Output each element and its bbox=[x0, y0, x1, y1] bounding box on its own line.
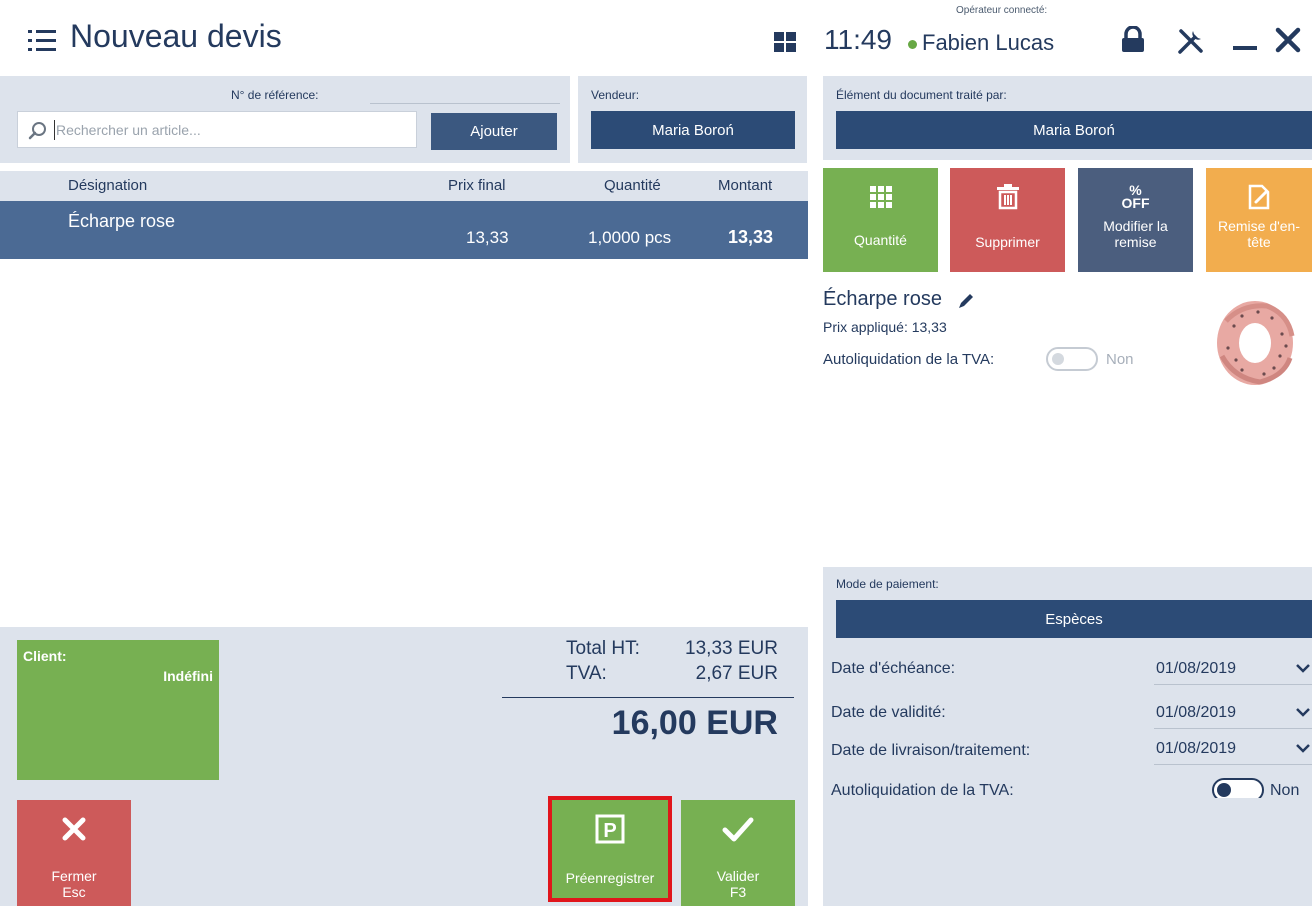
valider-key: F3 bbox=[729, 884, 747, 900]
search-input[interactable] bbox=[56, 118, 406, 142]
column-quantite[interactable]: Quantité bbox=[604, 177, 661, 194]
row-prix-final: 13,33 bbox=[466, 228, 509, 247]
search-field[interactable] bbox=[17, 111, 417, 148]
totals-divider bbox=[502, 697, 794, 698]
column-designation[interactable]: Désignation bbox=[68, 177, 147, 194]
modifier-remise-label-2: remise bbox=[1114, 234, 1157, 250]
chevron-down-icon[interactable] bbox=[1296, 744, 1310, 754]
operator-name: Fabien Lucas bbox=[922, 30, 1055, 55]
chevron-down-icon[interactable] bbox=[1296, 664, 1310, 674]
row-quantite: 1,0000 pcs bbox=[588, 228, 672, 247]
page-title: Nouveau devis bbox=[70, 18, 282, 54]
row-designation: Écharpe rose bbox=[68, 211, 176, 231]
supprimer-label: Supprimer bbox=[975, 234, 1040, 250]
valider-button[interactable]: Valider F3 bbox=[681, 800, 795, 906]
remise-entete-label-1: Remise d'en- bbox=[1217, 218, 1301, 234]
table-header: Désignation Prix final Quantité Montant bbox=[0, 171, 808, 201]
echeance-underline bbox=[1154, 684, 1312, 685]
right-footer-panel bbox=[823, 798, 1312, 906]
item-name: Écharpe rose bbox=[823, 288, 942, 310]
remise-entete-button[interactable]: Remise d'en- tête bbox=[1206, 168, 1312, 272]
column-prix-final[interactable]: Prix final bbox=[448, 177, 506, 194]
traite-label: Élément du document traité par: bbox=[836, 88, 1007, 102]
svg-text:P: P bbox=[603, 820, 616, 842]
pencil-icon[interactable] bbox=[957, 292, 975, 310]
operator-caption: Opérateur connecté: bbox=[956, 5, 1048, 16]
product-image bbox=[1217, 301, 1295, 385]
chevron-down-icon[interactable] bbox=[1296, 708, 1310, 718]
validite-value[interactable]: 01/08/2019 bbox=[1156, 704, 1236, 722]
supprimer-button[interactable]: Supprimer bbox=[950, 168, 1065, 272]
clock: 11:49 bbox=[824, 24, 892, 55]
modifier-remise-button[interactable]: % OFF Modifier la remise bbox=[1078, 168, 1193, 272]
traite-select[interactable]: Maria Boroń bbox=[836, 111, 1312, 149]
livraison-label: Date de livraison/traitement: bbox=[831, 742, 1031, 759]
item-price: Prix appliqué: 13,33 bbox=[823, 319, 947, 335]
keypad-icon bbox=[869, 186, 892, 208]
client-tile[interactable]: Client: Indéfini bbox=[17, 640, 219, 780]
total-ht-label: Total HT: bbox=[566, 638, 640, 659]
validite-underline bbox=[1154, 728, 1312, 729]
fermer-label: Fermer bbox=[51, 868, 97, 884]
vendeur-label: Vendeur: bbox=[591, 88, 640, 102]
preenregistrer-label: Préenregistrer bbox=[565, 870, 655, 886]
checkmark-icon bbox=[722, 817, 754, 842]
paiement-select[interactable]: Espèces bbox=[836, 600, 1312, 638]
modifier-remise-label-1: Modifier la bbox=[1103, 218, 1168, 234]
echeance-value[interactable]: 01/08/2019 bbox=[1156, 660, 1236, 678]
quantite-button[interactable]: Quantité bbox=[823, 168, 938, 272]
item-autoliq-value: Non bbox=[1106, 351, 1134, 368]
paiement-label: Mode de paiement: bbox=[836, 577, 939, 591]
edit-document-icon bbox=[1248, 184, 1270, 210]
total-ht-value: 13,33 EUR bbox=[685, 638, 778, 659]
livraison-value[interactable]: 01/08/2019 bbox=[1156, 740, 1236, 758]
parking-icon: P bbox=[595, 814, 625, 844]
vendeur-select[interactable]: Maria Boroń bbox=[591, 111, 795, 149]
online-status-dot bbox=[908, 40, 917, 49]
menu-icon[interactable] bbox=[28, 30, 56, 52]
reference-input[interactable] bbox=[372, 84, 560, 104]
remise-entete-label-2: tête bbox=[1247, 234, 1271, 250]
tva-value: 2,67 EUR bbox=[695, 663, 778, 684]
grid-view-icon[interactable] bbox=[774, 32, 796, 52]
search-icon bbox=[28, 122, 46, 140]
close-document-button[interactable]: Fermer Esc bbox=[17, 800, 131, 906]
fermer-key: Esc bbox=[62, 884, 86, 900]
off-text: OFF bbox=[1121, 195, 1150, 211]
percent-off-icon: % OFF bbox=[1121, 183, 1150, 211]
preenregistrer-button[interactable]: P Préenregistrer bbox=[552, 800, 668, 898]
client-label: Client: bbox=[23, 648, 67, 664]
client-value: Indéfini bbox=[163, 668, 213, 684]
column-montant[interactable]: Montant bbox=[718, 177, 772, 194]
grand-total: 16,00 EUR bbox=[611, 704, 778, 742]
row-montant: 13,33 bbox=[728, 227, 774, 247]
close-icon[interactable] bbox=[1272, 24, 1304, 56]
validite-label: Date de validité: bbox=[831, 704, 946, 721]
item-autoliq-toggle[interactable] bbox=[1046, 347, 1098, 371]
trash-icon bbox=[996, 184, 1019, 210]
add-button[interactable]: Ajouter bbox=[431, 113, 557, 150]
tva-label: TVA: bbox=[566, 663, 607, 684]
livraison-underline bbox=[1154, 764, 1312, 765]
echeance-label: Date d'échéance: bbox=[831, 660, 956, 677]
reference-label: N° de référence: bbox=[231, 88, 319, 102]
tools-icon[interactable] bbox=[1176, 26, 1206, 56]
valider-label: Valider bbox=[716, 868, 760, 884]
item-autoliq-label: Autoliquidation de la TVA: bbox=[823, 351, 995, 368]
quantite-label: Quantité bbox=[854, 232, 907, 248]
close-x-icon bbox=[62, 817, 86, 841]
minimize-icon[interactable] bbox=[1230, 24, 1260, 54]
table-row[interactable]: Écharpe rose 13,33 1,0000 pcs 13,33 bbox=[0, 201, 808, 259]
lock-icon[interactable] bbox=[1120, 25, 1146, 54]
